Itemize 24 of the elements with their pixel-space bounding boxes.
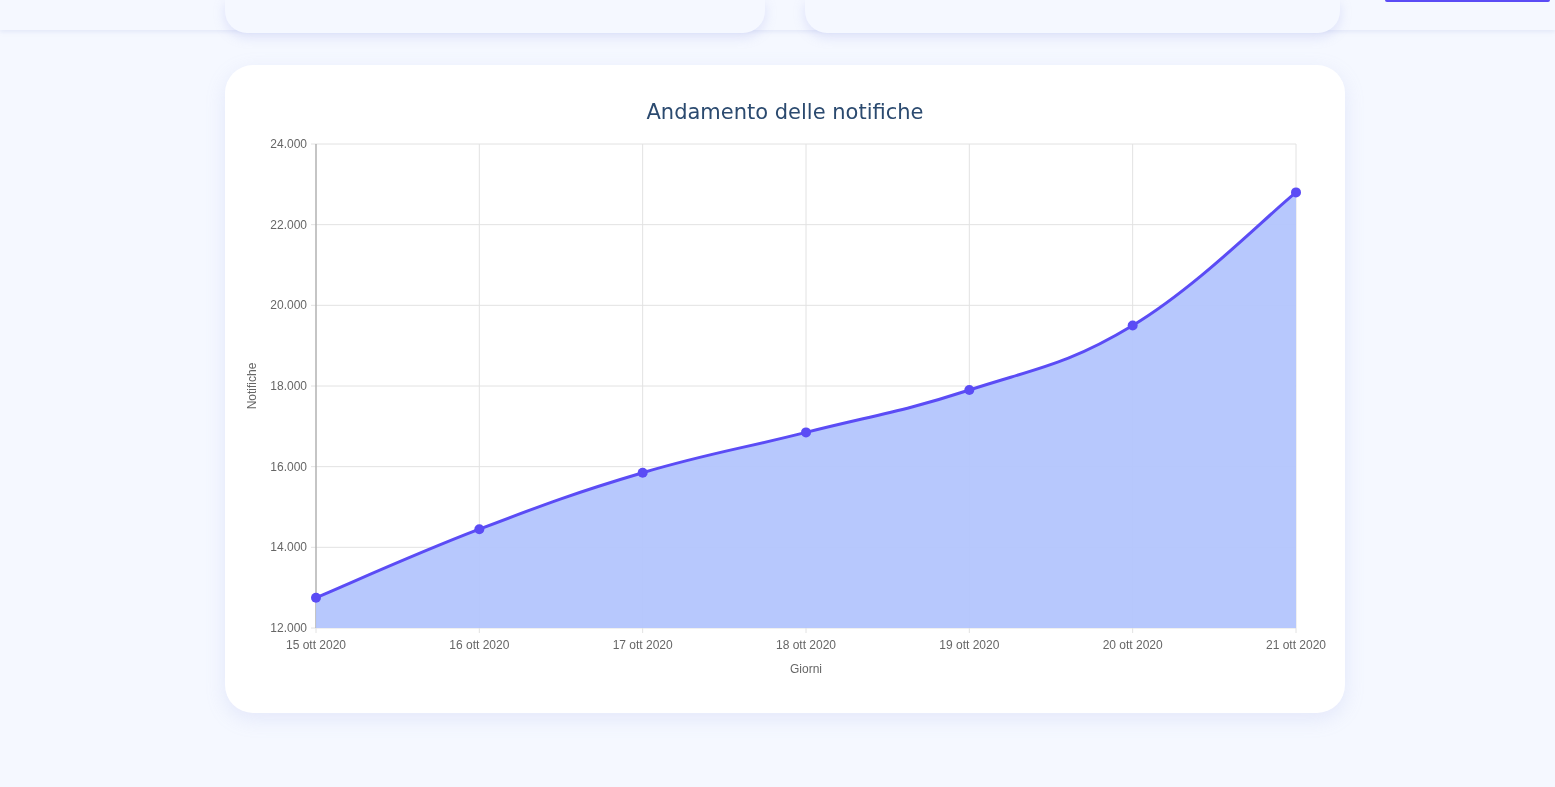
x-tick-label: 20 ott 2020 bbox=[1102, 638, 1163, 652]
data-point bbox=[1291, 187, 1301, 198]
chart-title: Andamento delle notifiche bbox=[646, 99, 924, 126]
x-tick-label: 21 ott 2020 bbox=[1265, 638, 1327, 652]
data-point bbox=[964, 385, 975, 396]
data-point bbox=[1127, 320, 1138, 331]
x-tick-label: 15 ott 2020 bbox=[285, 638, 347, 652]
x-tick-label: 16 ott 2020 bbox=[449, 638, 510, 652]
y-tick-label: 12.000 bbox=[270, 621, 307, 635]
y-axis-title: Notifiche bbox=[245, 362, 259, 410]
x-tick-label: 18 ott 2020 bbox=[775, 638, 837, 652]
x-tick-label: 19 ott 2020 bbox=[939, 638, 1000, 652]
data-point bbox=[801, 427, 811, 438]
x-axis-title: Giorni bbox=[790, 662, 822, 676]
y-tick-label: 18.000 bbox=[270, 379, 307, 393]
x-tick-label: 17 ott 2020 bbox=[612, 638, 673, 652]
data-point bbox=[637, 467, 648, 478]
y-tick-label: 14.000 bbox=[270, 540, 307, 555]
data-point bbox=[474, 524, 485, 535]
data-point bbox=[311, 592, 321, 603]
y-tick-label: 24.000 bbox=[270, 137, 307, 151]
y-tick-label: 20.000 bbox=[270, 298, 307, 313]
y-tick-label: 16.000 bbox=[270, 459, 307, 474]
y-tick-label: 22.000 bbox=[270, 217, 307, 232]
